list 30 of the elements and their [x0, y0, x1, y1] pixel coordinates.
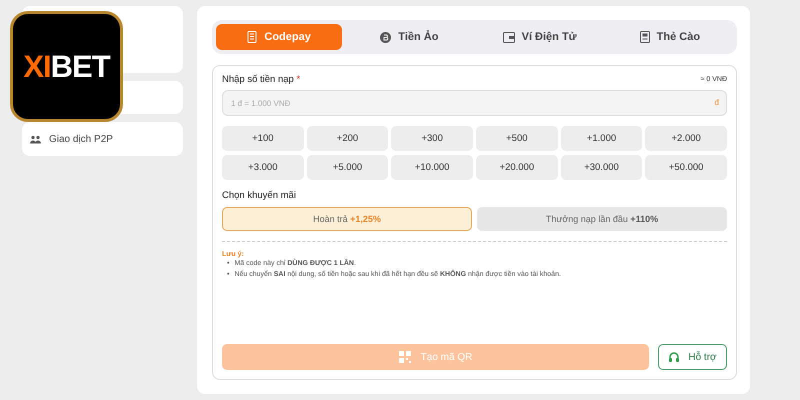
amount-button[interactable]: +20.000	[476, 155, 558, 180]
promotion-option[interactable]: Hoàn trả +1,25%	[222, 207, 472, 231]
amount-button[interactable]: +200	[306, 126, 388, 151]
amount-button[interactable]: +300	[391, 126, 473, 151]
logo: XIBET	[10, 11, 123, 122]
amount-button[interactable]: +30.000	[560, 155, 642, 180]
wallet-icon	[502, 32, 515, 42]
amount-button[interactable]: +10.000	[391, 155, 473, 180]
amount-button[interactable]: +3.000	[222, 155, 304, 180]
tab[interactable]: Thẻ Cào	[606, 24, 733, 50]
amount-button[interactable]: +100	[222, 126, 304, 151]
headset-icon	[668, 351, 680, 363]
receipt-icon	[247, 31, 258, 43]
unit-label: đ	[714, 98, 719, 108]
tab[interactable]: Ví Điện Tử	[476, 24, 603, 50]
amount-button[interactable]: +5.000	[306, 155, 388, 180]
amount-button[interactable]: +1.000	[560, 126, 642, 151]
amount-button[interactable]: +500	[476, 126, 558, 151]
coin-icon	[380, 32, 392, 42]
promotion-option[interactable]: Thưởng nạp lần đầu +110%	[477, 207, 727, 231]
section-label: Chọn khuyến mãi	[222, 190, 297, 201]
people-icon	[30, 134, 41, 144]
sidebar-item[interactable]: Giao dịch P2P	[22, 122, 183, 156]
card-icon	[640, 31, 650, 43]
amount-button[interactable]: +50.000	[645, 155, 727, 180]
tab[interactable]: Tiền Ảo	[346, 24, 472, 50]
field-label: Nhập số tiền nạp *	[222, 74, 300, 85]
qr-code-icon	[398, 351, 411, 363]
amount-button[interactable]: +2.000	[645, 126, 727, 151]
support-button[interactable]: Hỗ trợ	[658, 344, 727, 370]
